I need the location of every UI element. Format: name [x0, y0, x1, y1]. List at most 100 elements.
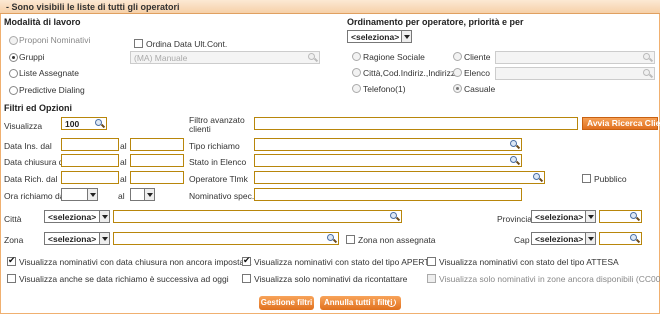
- stato-elenco-input[interactable]: [254, 154, 522, 167]
- ordina-data-checkbox[interactable]: [134, 39, 143, 48]
- chevron-down-icon: [99, 233, 109, 244]
- gestione-filtri-button[interactable]: Gestione filtri: [259, 296, 314, 310]
- data-rich-from[interactable]: [61, 171, 119, 184]
- search-icon[interactable]: [308, 53, 319, 63]
- radio-label: Predictive Dialing: [19, 85, 85, 95]
- annulla-filtri-label: Annulla tutti i filtri: [324, 298, 393, 307]
- search-icon[interactable]: [643, 53, 654, 63]
- opt-ricontattare-checkbox[interactable]: [242, 274, 251, 283]
- data-chiusura-from[interactable]: [61, 154, 119, 167]
- visualizza-value: 100: [65, 119, 80, 129]
- search-icon[interactable]: [327, 234, 338, 244]
- radio-gruppi[interactable]: [9, 53, 18, 62]
- radio-casuale[interactable]: [453, 84, 462, 93]
- ora-richiamo-label: Ora richiamo dal: [4, 191, 67, 201]
- ordinamento-select[interactable]: <seleziona>: [347, 30, 412, 43]
- search-icon[interactable]: [510, 156, 521, 166]
- provincia-input[interactable]: [599, 210, 642, 223]
- chevron-down-icon: [99, 211, 109, 222]
- provincia-select[interactable]: <seleziona>: [531, 210, 596, 223]
- annulla-filtri-button[interactable]: Annulla tutti i filtri: [320, 296, 401, 310]
- search-icon[interactable]: [510, 140, 521, 150]
- zona-input[interactable]: [113, 232, 339, 245]
- ora-richiamo-from[interactable]: [61, 188, 98, 201]
- radio-citta-indirizzo[interactable]: [352, 68, 361, 77]
- select-value: <seleziona>: [535, 234, 584, 244]
- ordinamento-title: Ordinamento per operatore, priorità e pe…: [347, 17, 524, 27]
- ora-richiamo-to[interactable]: [130, 188, 155, 201]
- operatore-label: Operatore Tlmk: [189, 174, 248, 184]
- radio-cliente[interactable]: [453, 52, 462, 61]
- zona-non-assegnata-checkbox[interactable]: [346, 235, 355, 244]
- data-ins-label: Data Ins. dal: [4, 141, 52, 151]
- al-label: al: [120, 174, 127, 184]
- radio-label: Elenco: [464, 68, 490, 78]
- radio-liste-assegnate[interactable]: [9, 69, 18, 78]
- search-icon[interactable]: [390, 212, 401, 222]
- radio-elenco[interactable]: [453, 68, 462, 77]
- provincia-label: Provincia: [497, 214, 532, 224]
- option-label: Visualizza nominativi con stato del tipo…: [439, 257, 619, 267]
- chevron-down-icon: [585, 211, 595, 222]
- stato-elenco-label: Stato in Elenco: [189, 157, 247, 167]
- citta-input[interactable]: [113, 210, 402, 223]
- citta-label: Città: [4, 214, 22, 224]
- chevron-down-icon: [87, 189, 97, 200]
- select-value: <seleziona>: [48, 234, 97, 244]
- gruppo-field[interactable]: (MA) Manuale: [130, 51, 320, 64]
- data-rich-to[interactable]: [130, 171, 184, 184]
- opt-data-richiamo-checkbox[interactable]: [7, 274, 16, 283]
- option-label: Visualizza solo nominativi da ricontatta…: [254, 274, 408, 284]
- cap-select[interactable]: <seleziona>: [531, 232, 596, 245]
- filtri-title: Filtri ed Opzioni: [4, 103, 72, 113]
- al-label: al: [120, 157, 127, 167]
- chevron-down-icon: [144, 189, 154, 200]
- cliente-field[interactable]: [495, 51, 655, 64]
- radio-telefono[interactable]: [352, 84, 361, 93]
- pubblico-label: Pubblico: [594, 174, 627, 184]
- option-label: Visualizza nominativi con data chiusura …: [19, 257, 252, 267]
- filtro-avanzato-input[interactable]: [254, 117, 578, 130]
- search-icon[interactable]: [533, 173, 544, 183]
- search-icon[interactable]: [630, 234, 641, 244]
- reset-icon: [387, 298, 396, 307]
- tipo-richiamo-input[interactable]: [254, 138, 522, 151]
- avvia-ricerca-button[interactable]: Avvia Ricerca Clienti: [582, 117, 660, 130]
- opt-attesa-checkbox[interactable]: [427, 257, 436, 266]
- select-value: <seleziona>: [48, 212, 97, 222]
- pubblico-checkbox[interactable]: [582, 174, 591, 183]
- option-label: Visualizza anche se data richiamo è succ…: [19, 274, 229, 284]
- ordina-data-label: Ordina Data Ult.Cont.: [146, 39, 228, 49]
- elenco-field[interactable]: [495, 67, 655, 80]
- radio-label: Telefono(1): [363, 84, 406, 94]
- option-label: Visualizza solo nominativi in zone ancor…: [439, 274, 660, 284]
- nominativo-label: Nominativo spec.: [189, 191, 255, 201]
- select-value: <seleziona>: [351, 32, 400, 42]
- radio-label: Gruppi: [19, 52, 45, 62]
- zona-non-assegnata-label: Zona non assegnata: [358, 235, 436, 245]
- search-icon[interactable]: [630, 212, 641, 222]
- citta-select[interactable]: <seleziona>: [44, 210, 110, 223]
- search-icon[interactable]: [95, 119, 106, 129]
- operatore-input[interactable]: [254, 171, 545, 184]
- nominativo-input[interactable]: [254, 188, 522, 201]
- data-ins-to[interactable]: [130, 138, 184, 151]
- search-icon[interactable]: [643, 69, 654, 79]
- opt-zone-disponibili-checkbox[interactable]: [427, 274, 436, 283]
- data-chiusura-to[interactable]: [130, 154, 184, 167]
- opt-aperto-checkbox[interactable]: [242, 255, 251, 266]
- visualizza-input[interactable]: 100: [61, 117, 107, 130]
- data-ins-from[interactable]: [61, 138, 119, 151]
- data-rich-label: Data Rich. dal: [4, 174, 58, 184]
- panel-header[interactable]: - Sono visibili le liste di tutti gli op…: [0, 0, 660, 14]
- radio-label: Proponi Nominativi: [19, 35, 91, 45]
- opt-data-chiusura-checkbox[interactable]: [7, 255, 16, 266]
- radio-label: Cliente: [464, 52, 491, 62]
- chevron-down-icon: [401, 31, 411, 42]
- radio-predictive-dialing[interactable]: [9, 86, 18, 95]
- radio-proponi-nominativi[interactable]: [9, 36, 18, 45]
- radio-ragione-sociale[interactable]: [352, 52, 361, 61]
- cap-input[interactable]: [599, 232, 642, 245]
- zona-select[interactable]: <seleziona>: [44, 232, 110, 245]
- tipo-richiamo-label: Tipo richiamo: [189, 141, 240, 151]
